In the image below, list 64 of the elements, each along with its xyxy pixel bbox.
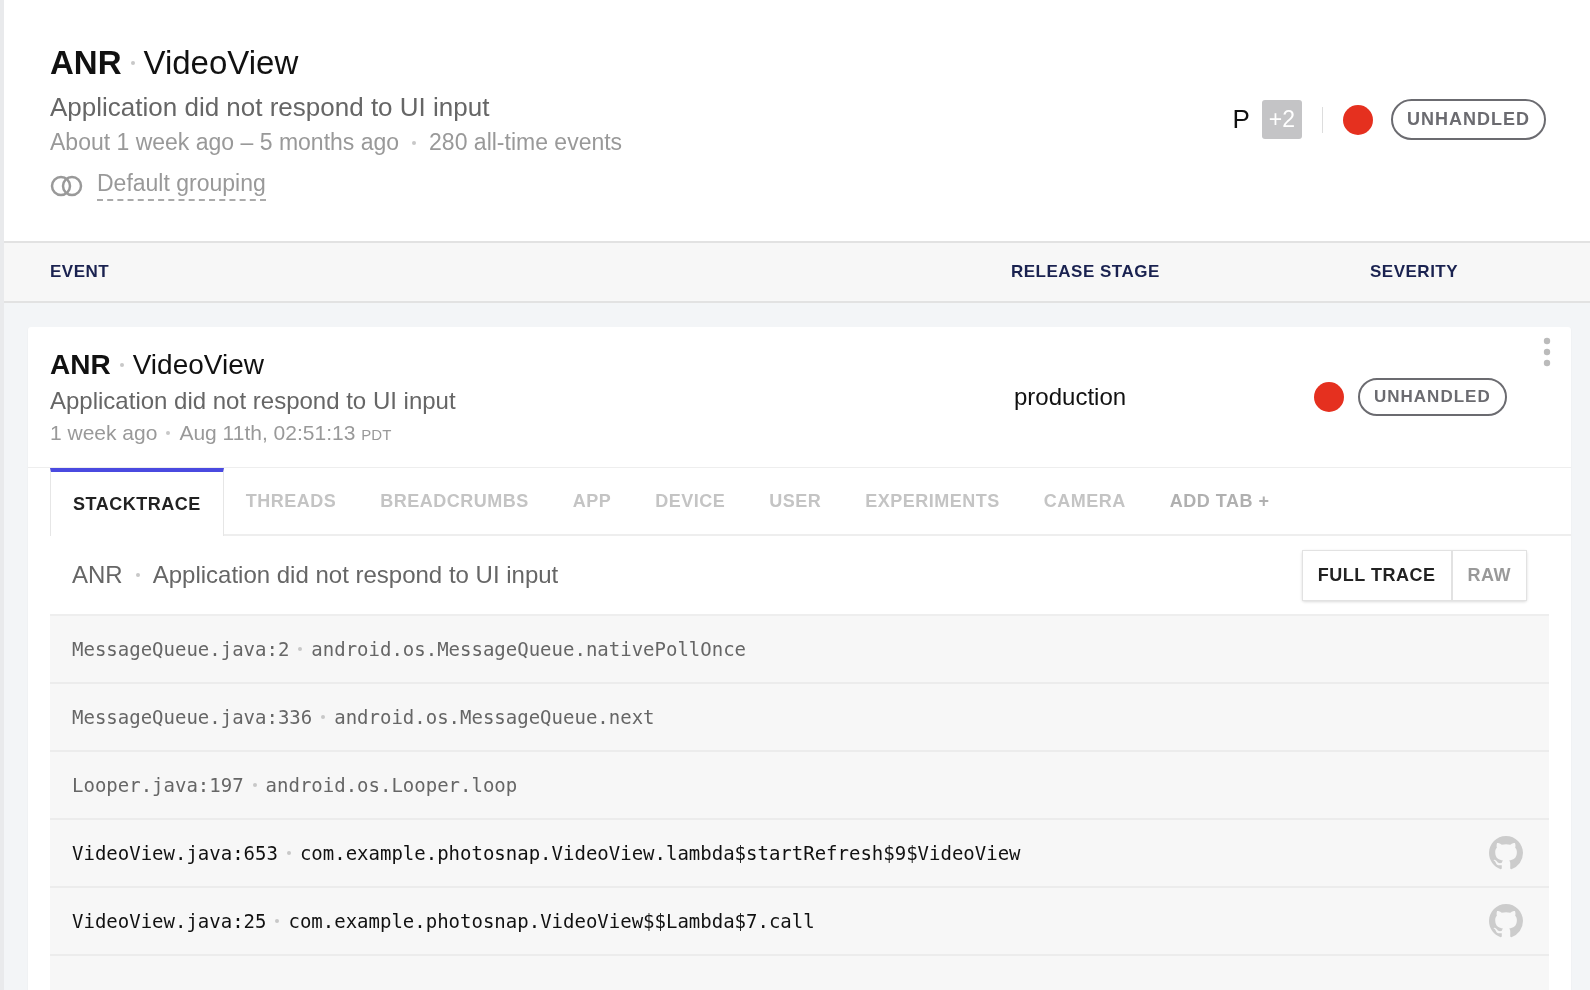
separator-dot xyxy=(252,783,257,787)
tab[interactable]: EXPERIMENTS xyxy=(843,468,1022,534)
assignee-count-badge[interactable]: +2 xyxy=(1261,100,1302,139)
view-toggle-button[interactable]: FULL TRACE xyxy=(1301,549,1452,601)
frame-file: VideoView.java:25 xyxy=(72,910,267,932)
frame-method: com.example.photosnap.VideoView$$Lambda$7.call xyxy=(288,910,815,932)
event-count: 280 all-time events xyxy=(429,129,623,156)
frame-file: MessageQueue.java:336 xyxy=(72,706,313,728)
error-context: VideoView xyxy=(132,349,264,381)
timestamp: Aug 11th, 02:51:13 xyxy=(179,421,356,445)
error-message: Application did not respond to UI input xyxy=(50,92,491,123)
grouping-link[interactable]: Default grouping xyxy=(97,170,266,201)
column-header: EVENT xyxy=(50,262,111,282)
column-header: SEVERITY xyxy=(1370,262,1459,282)
error-context: VideoView xyxy=(143,44,299,82)
time-range: About 1 week ago – 5 months ago xyxy=(50,129,400,156)
release-stage: production xyxy=(1014,383,1128,411)
separator-dot xyxy=(286,851,291,855)
tab[interactable]: BREADCRUMBS xyxy=(358,468,551,534)
github-icon[interactable] xyxy=(1489,836,1523,870)
add-tab-button[interactable]: ADD TAB + xyxy=(1147,468,1292,534)
relative-time: 1 week ago xyxy=(50,421,158,445)
stack-frame[interactable]: VideoView.java:653 com.example.photosnap.VideoView.lambda$startRefresh$9$VideoView xyxy=(50,820,1549,888)
frame-method: android.os.MessageQueue.next xyxy=(334,706,655,728)
unhandled-badge: UNHANDLED xyxy=(1391,99,1546,140)
frame-method: android.os.MessageQueue.nativePollOnce xyxy=(311,638,747,660)
unhandled-badge: UNHANDLED xyxy=(1358,378,1507,416)
separator-dot xyxy=(135,573,140,577)
stack-frame[interactable]: MessageQueue.java:336 android.os.MessageQueue.next xyxy=(50,684,1549,752)
error-message: Application did not respond to UI input xyxy=(152,561,559,589)
column-header: RELEASE STAGE xyxy=(1011,262,1161,282)
error-class: ANR xyxy=(72,561,123,589)
severity-dot xyxy=(1314,382,1344,412)
separator-dot xyxy=(130,61,135,65)
frame-file: VideoView.java:653 xyxy=(72,842,278,864)
frame-file: MessageQueue.java:2 xyxy=(72,638,290,660)
stack-frame[interactable]: VideoView.java:25 com.example.photosnap.VideoView$$Lambda$7.call xyxy=(50,888,1549,956)
tab[interactable]: CAMERA xyxy=(1021,468,1148,534)
separator-dot xyxy=(275,919,280,923)
grouping-icon xyxy=(50,174,83,197)
error-class: ANR xyxy=(50,349,111,381)
timezone: PDT xyxy=(361,426,392,443)
severity-dot xyxy=(1343,104,1373,135)
frame-method: com.example.photosnap.VideoView.lambda$startRefresh$9$VideoView xyxy=(299,842,1021,864)
frame-file: Looper.java:197 xyxy=(72,774,244,796)
tab[interactable]: THREADS xyxy=(223,468,359,534)
separator-dot xyxy=(321,715,326,719)
github-icon[interactable] xyxy=(1489,904,1523,938)
stack-frame[interactable]: MessageQueue.java:2 android.os.MessageQueue.nativePollOnce xyxy=(50,616,1549,684)
view-toggle-button[interactable]: RAW xyxy=(1451,549,1527,601)
tab[interactable]: STACKTRACE xyxy=(50,468,224,536)
separator-dot xyxy=(119,363,124,367)
separator-dot xyxy=(412,140,417,145)
tab[interactable]: APP xyxy=(550,468,634,534)
assignee-initial[interactable]: P xyxy=(1232,104,1250,135)
separator-dot xyxy=(298,647,303,651)
tab[interactable]: USER xyxy=(747,468,844,534)
tab[interactable]: DEVICE xyxy=(633,468,748,534)
separator-dot xyxy=(166,431,171,435)
more-options-icon[interactable] xyxy=(1543,337,1551,367)
frame-method: android.os.Looper.loop xyxy=(265,774,518,796)
error-class: ANR xyxy=(50,44,122,82)
error-message: Application did not respond to UI input xyxy=(50,387,457,415)
stack-frame[interactable]: Looper.java:197 android.os.Looper.loop xyxy=(50,752,1549,820)
